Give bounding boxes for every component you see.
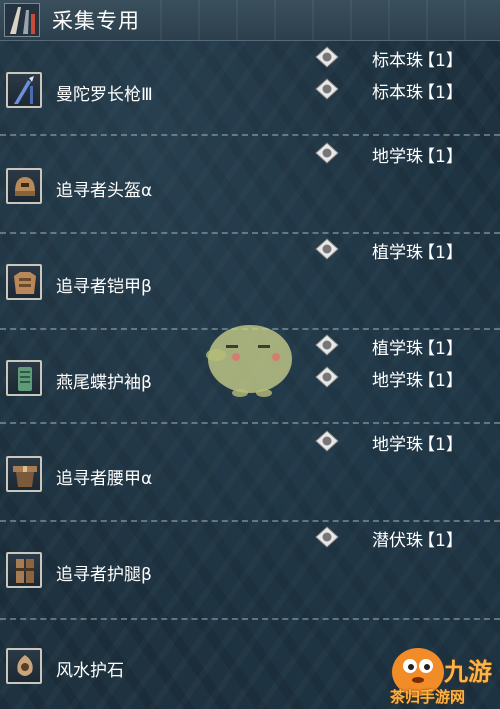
decoration-count: 【1】 bbox=[418, 435, 463, 455]
equipment-name-arms[interactable]: 燕尾蝶护袖β bbox=[56, 368, 152, 393]
equipment-name-waist[interactable]: 追寻者腰甲α bbox=[56, 464, 152, 489]
equipment-set-icon bbox=[4, 3, 40, 37]
decoration-name: 标本珠 bbox=[372, 83, 423, 103]
row-divider bbox=[0, 134, 500, 136]
decoration-name: 植学珠 bbox=[372, 339, 423, 359]
decoration-name: 标本珠 bbox=[372, 51, 423, 71]
decoration-jewel-icon bbox=[315, 334, 339, 356]
loadout-header: 采集专用 bbox=[0, 0, 500, 41]
helmet-icon[interactable] bbox=[6, 168, 42, 204]
decoration-slot[interactable]: 植学珠 【1】 bbox=[310, 236, 500, 264]
row-divider bbox=[0, 520, 500, 522]
decoration-name: 地学珠 bbox=[372, 147, 423, 167]
loadout-title: 采集专用 bbox=[52, 9, 140, 33]
decoration-slot[interactable]: 潜伏珠 【1】 bbox=[310, 524, 500, 552]
lance-icon[interactable] bbox=[6, 72, 42, 108]
decoration-slot[interactable]: 地学珠 【1】 bbox=[310, 428, 500, 456]
leg-armor-icon[interactable] bbox=[6, 552, 42, 588]
decoration-jewel-icon bbox=[315, 238, 339, 260]
decoration-slot[interactable]: 标本珠 【1】 bbox=[310, 44, 500, 72]
decoration-count: 【1】 bbox=[418, 51, 463, 71]
decoration-slot[interactable]: 地学珠 【1】 bbox=[310, 140, 500, 168]
row-divider bbox=[0, 422, 500, 424]
row-divider bbox=[0, 618, 500, 620]
decoration-jewel-icon bbox=[315, 366, 339, 388]
decoration-slot[interactable]: 标本珠 【1】 bbox=[310, 76, 500, 104]
decoration-name: 地学珠 bbox=[372, 371, 423, 391]
watermark-site: 茶归手游网 bbox=[390, 688, 466, 706]
decoration-count: 【1】 bbox=[418, 147, 463, 167]
decoration-count: 【1】 bbox=[418, 339, 463, 359]
arm-guard-icon[interactable] bbox=[6, 360, 42, 396]
decoration-name: 地学珠 bbox=[372, 435, 423, 455]
decoration-count: 【1】 bbox=[418, 83, 463, 103]
decoration-slot[interactable]: 地学珠 【1】 bbox=[310, 364, 500, 392]
decoration-jewel-icon bbox=[315, 142, 339, 164]
decoration-jewel-icon bbox=[315, 526, 339, 548]
equipment-name-weapon[interactable]: 曼陀罗长枪Ⅲ bbox=[56, 80, 153, 105]
decoration-name: 植学珠 bbox=[372, 243, 423, 263]
decoration-jewel-icon bbox=[315, 46, 339, 68]
row-divider bbox=[0, 232, 500, 234]
header-pattern bbox=[160, 0, 500, 40]
decoration-count: 【1】 bbox=[418, 371, 463, 391]
decoration-jewel-icon bbox=[315, 430, 339, 452]
decoration-slot[interactable]: 植学珠 【1】 bbox=[310, 332, 500, 360]
waist-armor-icon[interactable] bbox=[6, 456, 42, 492]
decoration-count: 【1】 bbox=[418, 243, 463, 263]
decoration-name: 潜伏珠 bbox=[372, 531, 423, 551]
equipment-name-legs[interactable]: 追寻者护腿β bbox=[56, 560, 152, 585]
decoration-jewel-icon bbox=[315, 78, 339, 100]
mascot-watermark-icon bbox=[206, 325, 292, 397]
watermark-brand: 九游 bbox=[444, 658, 492, 686]
equipment-name-chest[interactable]: 追寻者铠甲β bbox=[56, 272, 152, 297]
charm-icon[interactable] bbox=[6, 648, 42, 684]
equipment-name-head[interactable]: 追寻者头盔α bbox=[56, 176, 152, 201]
equipment-name-charm[interactable]: 风水护石 bbox=[56, 656, 124, 681]
chest-armor-icon[interactable] bbox=[6, 264, 42, 300]
decoration-count: 【1】 bbox=[418, 531, 463, 551]
